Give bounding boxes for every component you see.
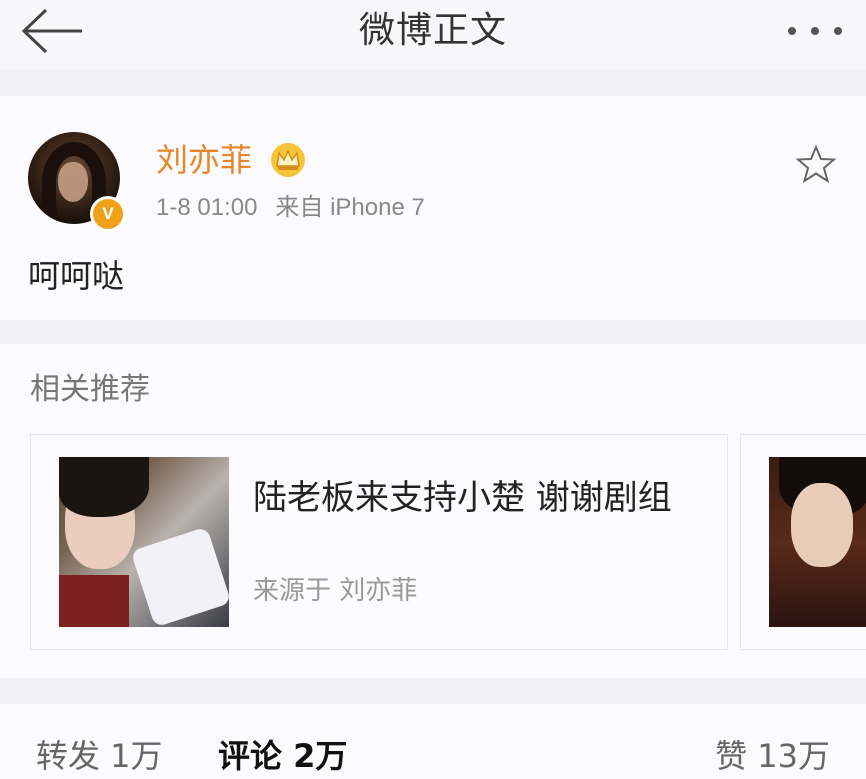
post-source: 来自 iPhone 7 [275,194,425,221]
related-card[interactable]: 陆老板来支持小楚 谢谢剧组 来源于 刘亦菲 [30,434,728,650]
top-nav-bar: 微博正文 [0,0,866,70]
crown-icon[interactable] [270,142,306,178]
page-title: 微博正文 [358,10,507,51]
username[interactable]: 刘亦菲 [156,140,252,180]
related-headline: 陆老板来支持小楚 谢谢剧组 [253,478,672,518]
related-card-next[interactable] [740,434,866,650]
post-meta: 1-8 01:00 来自 iPhone 7 [156,192,425,224]
comment-tab[interactable]: 评论 2万 [218,734,347,778]
more-dots-icon [788,27,842,35]
post-text: 呵呵哒 [28,257,125,295]
related-source: 来源于 刘亦菲 [253,576,418,606]
repost-tab[interactable]: 转发 1万 [36,734,163,778]
favorite-button[interactable] [795,144,837,184]
star-icon [795,144,837,184]
post-time: 1-8 01:00 [156,194,258,221]
like-tab[interactable]: 赞 13万 [715,734,830,778]
more-button[interactable] [784,14,846,48]
related-section: 相关推荐 陆老板来支持小楚 谢谢剧组 来源于 刘亦菲 [0,344,866,678]
action-bar: 转发 1万 评论 2万 赞 13万 [0,704,866,779]
verified-v-icon: V [90,196,126,232]
related-thumbnail-next [769,457,866,627]
related-title: 相关推荐 [30,372,150,407]
related-thumbnail [59,457,229,627]
post-card: V 刘亦菲 1-8 01:00 来自 iPhone 7 呵呵哒 [0,96,866,320]
